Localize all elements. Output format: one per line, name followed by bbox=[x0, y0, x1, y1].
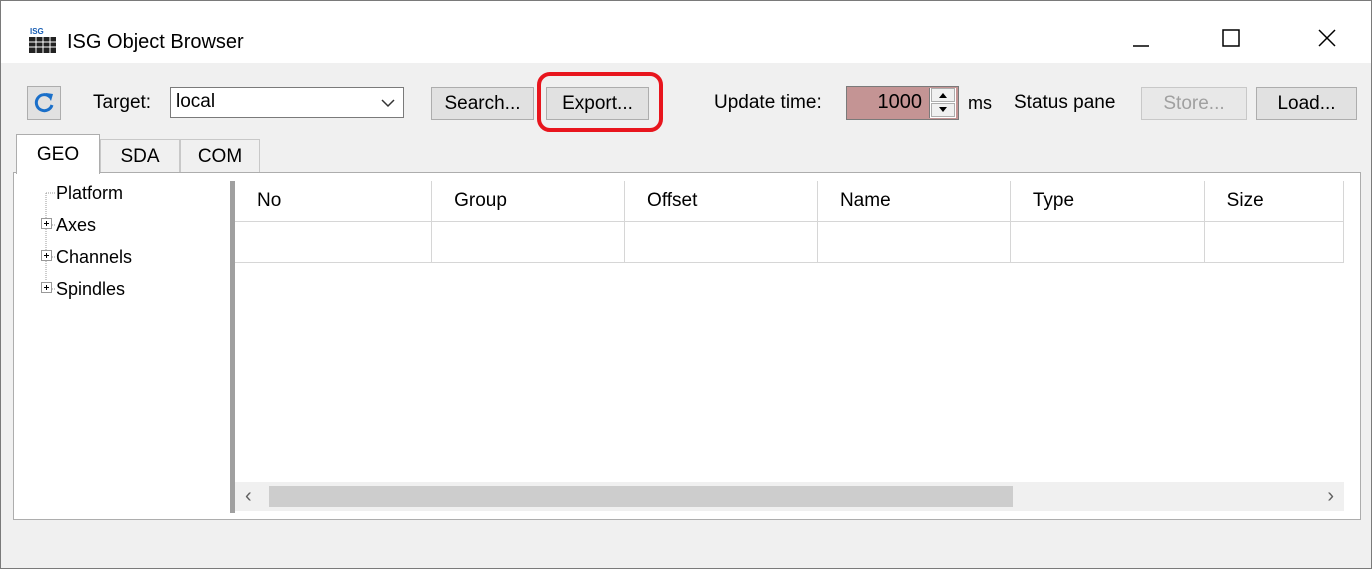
spinner-arrows bbox=[929, 88, 956, 118]
table-cell[interactable] bbox=[1204, 221, 1344, 263]
target-value: local bbox=[176, 91, 216, 112]
object-tree: Platform Axes Channels Spindles bbox=[34, 181, 234, 511]
title-bar: ISG ISG Object Browser bbox=[1, 1, 1371, 63]
tab-com[interactable]: COM bbox=[180, 139, 260, 173]
chevron-down-icon bbox=[381, 99, 395, 108]
load-button[interactable]: Load... bbox=[1256, 87, 1357, 120]
app-window: ISG ISG Object Browser Target: local Sea… bbox=[0, 0, 1372, 569]
triangle-down-icon bbox=[939, 107, 947, 112]
scroll-right-icon[interactable]: › bbox=[1327, 485, 1334, 508]
close-icon bbox=[1318, 29, 1336, 47]
scroll-left-icon[interactable]: ‹ bbox=[245, 485, 252, 508]
tree-item-label: Platform bbox=[56, 182, 124, 203]
maximize-icon bbox=[1222, 29, 1240, 47]
column-header-no[interactable]: No bbox=[235, 181, 433, 222]
ms-unit-label: ms bbox=[968, 93, 992, 113]
triangle-up-icon bbox=[939, 93, 947, 98]
table-cell[interactable] bbox=[1010, 221, 1205, 263]
table-cell[interactable] bbox=[817, 221, 1011, 263]
expand-plus-icon[interactable] bbox=[41, 250, 52, 261]
scrollbar-thumb[interactable] bbox=[269, 486, 1013, 507]
minimize-button[interactable] bbox=[1111, 15, 1171, 61]
table-row[interactable] bbox=[235, 221, 1344, 263]
object-grid: No Group Offset Name Type Size ‹ › bbox=[230, 181, 1344, 513]
tree-item-label: Axes bbox=[56, 214, 97, 235]
window-title: ISG Object Browser bbox=[67, 31, 244, 53]
close-button[interactable] bbox=[1297, 15, 1357, 61]
grid-header-row: No Group Offset Name Type Size bbox=[235, 181, 1344, 222]
minimize-icon bbox=[1133, 45, 1149, 47]
tree-item-label: Channels bbox=[56, 246, 133, 267]
column-header-group[interactable]: Group bbox=[431, 181, 626, 222]
target-label: Target: bbox=[93, 92, 152, 113]
target-combobox[interactable]: local bbox=[170, 87, 404, 118]
table-cell[interactable] bbox=[431, 221, 626, 263]
expand-plus-icon[interactable] bbox=[41, 218, 52, 229]
svg-text:ISG: ISG bbox=[30, 27, 44, 36]
tree-item-label: Spindles bbox=[56, 278, 126, 299]
isg-app-icon: ISG bbox=[29, 27, 56, 53]
spinner-up-button[interactable] bbox=[931, 88, 955, 102]
search-button[interactable]: Search... bbox=[431, 87, 534, 120]
column-header-size[interactable]: Size bbox=[1204, 181, 1344, 222]
table-cell[interactable] bbox=[624, 221, 818, 263]
expand-plus-icon[interactable] bbox=[41, 282, 52, 293]
refresh-button[interactable] bbox=[27, 86, 61, 120]
update-time-label: Update time: bbox=[714, 92, 822, 113]
grid-table: No Group Offset Name Type Size bbox=[235, 181, 1344, 263]
update-time-value: 1000 bbox=[877, 91, 923, 113]
column-header-offset[interactable]: Offset bbox=[624, 181, 818, 222]
tab-geo[interactable]: GEO bbox=[16, 134, 100, 174]
table-cell[interactable] bbox=[235, 221, 433, 263]
status-pane-label: Status pane bbox=[1014, 92, 1116, 113]
tab-sda[interactable]: SDA bbox=[100, 139, 180, 173]
maximize-button[interactable] bbox=[1201, 15, 1261, 61]
refresh-icon bbox=[34, 93, 54, 113]
export-highlight-annotation bbox=[537, 72, 663, 132]
column-header-name[interactable]: Name bbox=[817, 181, 1011, 222]
horizontal-scrollbar[interactable]: ‹ › bbox=[235, 482, 1344, 511]
store-button[interactable]: Store... bbox=[1141, 87, 1247, 120]
spinner-down-button[interactable] bbox=[931, 103, 955, 117]
update-time-spinner[interactable]: 1000 bbox=[846, 86, 959, 120]
column-header-type[interactable]: Type bbox=[1010, 181, 1205, 222]
